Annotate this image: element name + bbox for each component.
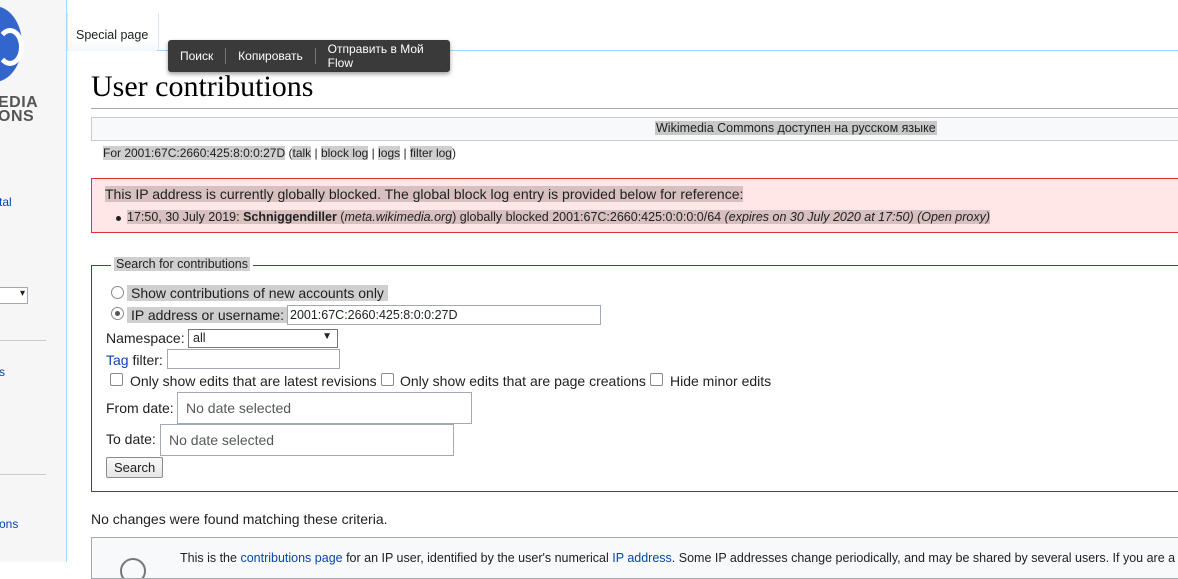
hide-minor-checkbox[interactable] bbox=[650, 373, 663, 386]
ip-user-info-box: This is the contributions page for an IP… bbox=[91, 537, 1178, 579]
new-accounts-label: Show contributions of new accounts only bbox=[127, 285, 388, 301]
list-bullet bbox=[116, 216, 121, 221]
namespace-label: Namespace: bbox=[106, 330, 185, 346]
to-date-label: To date: bbox=[106, 431, 156, 447]
for-user-label: For 2001:67C:2660:425:8:0:0:27D bbox=[103, 146, 286, 160]
search-button[interactable]: Search bbox=[106, 457, 164, 478]
contributions-for-line: For 2001:67C:2660:425:8:0:0:27D (talk | … bbox=[103, 146, 456, 160]
context-menu-send-flow[interactable]: Отправить в Мой Flow bbox=[316, 42, 450, 70]
sidebar: EDIA ONS tal ▾ s ons bbox=[0, 0, 67, 562]
context-menu-copy[interactable]: Копировать bbox=[226, 49, 315, 63]
page-creations-checkbox[interactable] bbox=[381, 373, 394, 386]
ip-username-radio[interactable] bbox=[111, 307, 124, 320]
tag-link[interactable]: Tag bbox=[106, 352, 129, 368]
sidebar-divider bbox=[0, 474, 46, 475]
block-expiry: (expires on 30 July 2020 at 17:50) (Open… bbox=[724, 210, 991, 224]
page-title: User contributions bbox=[91, 70, 314, 103]
blocking-user[interactable]: Schniggendiller bbox=[243, 210, 337, 224]
contributions-page-link[interactable]: contributions page bbox=[240, 551, 342, 565]
ip-username-input[interactable]: 2001:67C:2660:425:8:0:0:27D bbox=[287, 305, 601, 325]
wikimedia-logo[interactable] bbox=[0, 6, 24, 82]
latest-revisions-checkbox[interactable] bbox=[110, 373, 123, 386]
chevron-down-icon: ▾ bbox=[19, 288, 25, 299]
sidebar-link-contributions[interactable]: ons bbox=[0, 517, 18, 531]
chevron-down-icon: ▼ bbox=[322, 331, 332, 342]
sidebar-link-tools[interactable]: s bbox=[0, 365, 5, 379]
block-log-link[interactable]: block log bbox=[320, 146, 369, 160]
filter-log-link[interactable]: filter log bbox=[409, 146, 452, 160]
selection-context-menu: Поиск Копировать Отправить в Мой Flow bbox=[168, 40, 450, 72]
language-notice-bar: Wikimedia Commons доступен на русском яз… bbox=[91, 117, 1178, 141]
logo-wordmark: EDIA ONS bbox=[0, 94, 39, 125]
ip-user-info-text: This is the contributions page for an IP… bbox=[180, 551, 1176, 565]
block-log-entry: 17:50, 30 July 2019: Schniggendiller (me… bbox=[127, 210, 991, 224]
page-creations-label: Only show edits that are page creations bbox=[400, 373, 646, 389]
tag-filter-input[interactable] bbox=[167, 349, 340, 369]
search-form-legend: Search for contributions bbox=[111, 257, 254, 271]
logs-link[interactable]: logs bbox=[378, 146, 401, 160]
title-divider bbox=[91, 108, 1178, 109]
ip-username-label: IP address or username: bbox=[127, 307, 289, 323]
sidebar-divider bbox=[0, 340, 46, 341]
info-icon bbox=[120, 558, 146, 578]
from-date-label: From date: bbox=[106, 400, 174, 416]
no-changes-message: No changes were found matching these cri… bbox=[91, 511, 388, 527]
new-accounts-radio[interactable] bbox=[111, 286, 124, 299]
sidebar-link-portal[interactable]: tal bbox=[0, 195, 12, 209]
hide-minor-label: Hide minor edits bbox=[670, 373, 772, 389]
tab-label: Special page bbox=[76, 28, 149, 42]
global-block-notice: This IP address is currently globally bl… bbox=[91, 178, 1178, 233]
to-date-input[interactable]: No date selected bbox=[160, 424, 454, 456]
namespace-select[interactable]: all ▼ bbox=[188, 329, 338, 348]
sidebar-select[interactable]: ▾ bbox=[0, 287, 28, 304]
from-date-input[interactable]: No date selected bbox=[177, 392, 472, 424]
tab-special-page[interactable]: Special page bbox=[67, 13, 159, 51]
tag-filter-label: Tag filter: bbox=[106, 352, 163, 368]
ip-address-link[interactable]: IP address bbox=[612, 551, 672, 565]
talk-link[interactable]: talk bbox=[292, 146, 312, 160]
language-notice[interactable]: Wikimedia Commons доступен на русском яз… bbox=[655, 121, 937, 135]
context-menu-search[interactable]: Поиск bbox=[168, 49, 225, 63]
latest-revisions-label: Only show edits that are latest revision… bbox=[130, 373, 377, 389]
block-notice-headline: This IP address is currently globally bl… bbox=[105, 186, 744, 202]
block-wiki[interactable]: meta.wikimedia.org bbox=[344, 210, 452, 224]
